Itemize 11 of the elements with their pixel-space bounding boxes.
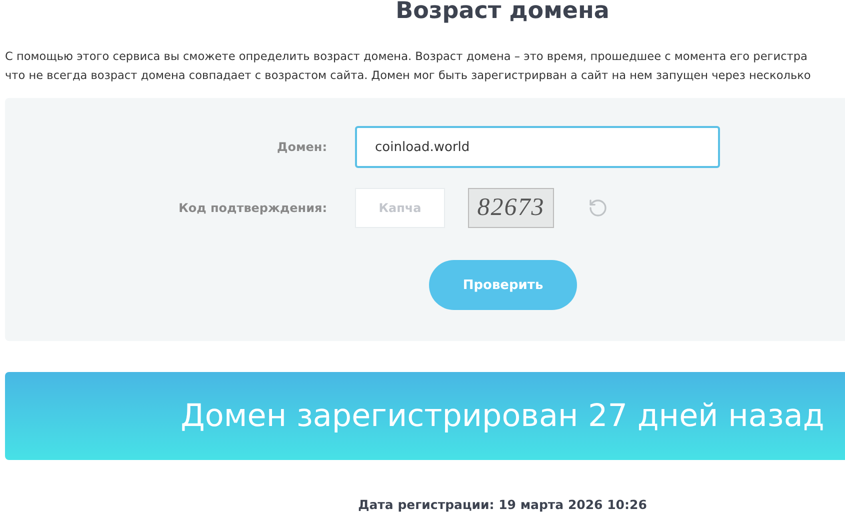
intro-text: С помощью этого сервиса вы сможете определить возраст домена. Возраст домена – это время, прошедшее с момента его регистра: [5, 49, 808, 65]
domain-field[interactable]: coinload.world: [355, 126, 720, 168]
captcha-field[interactable]: Капча: [355, 188, 445, 228]
intro-text: что не всегда возраст домена совпадает с возрастом сайта. Домен мог быть зарегистрирван а сайт на нем запущен через несколько: [5, 68, 811, 84]
registration-date: Дата регистрации: 19 марта 2026 10:26: [358, 497, 647, 512]
refresh-icon[interactable]: [588, 198, 608, 218]
captcha-label: Код подтверждения:: [178, 201, 327, 215]
domain-label: Домен:: [276, 140, 327, 154]
page-title: Возраст домена: [394, 0, 610, 24]
captcha-image: 82673: [468, 188, 554, 228]
result-headline: Домен зарегистрирован 27 дней назад: [180, 398, 824, 434]
